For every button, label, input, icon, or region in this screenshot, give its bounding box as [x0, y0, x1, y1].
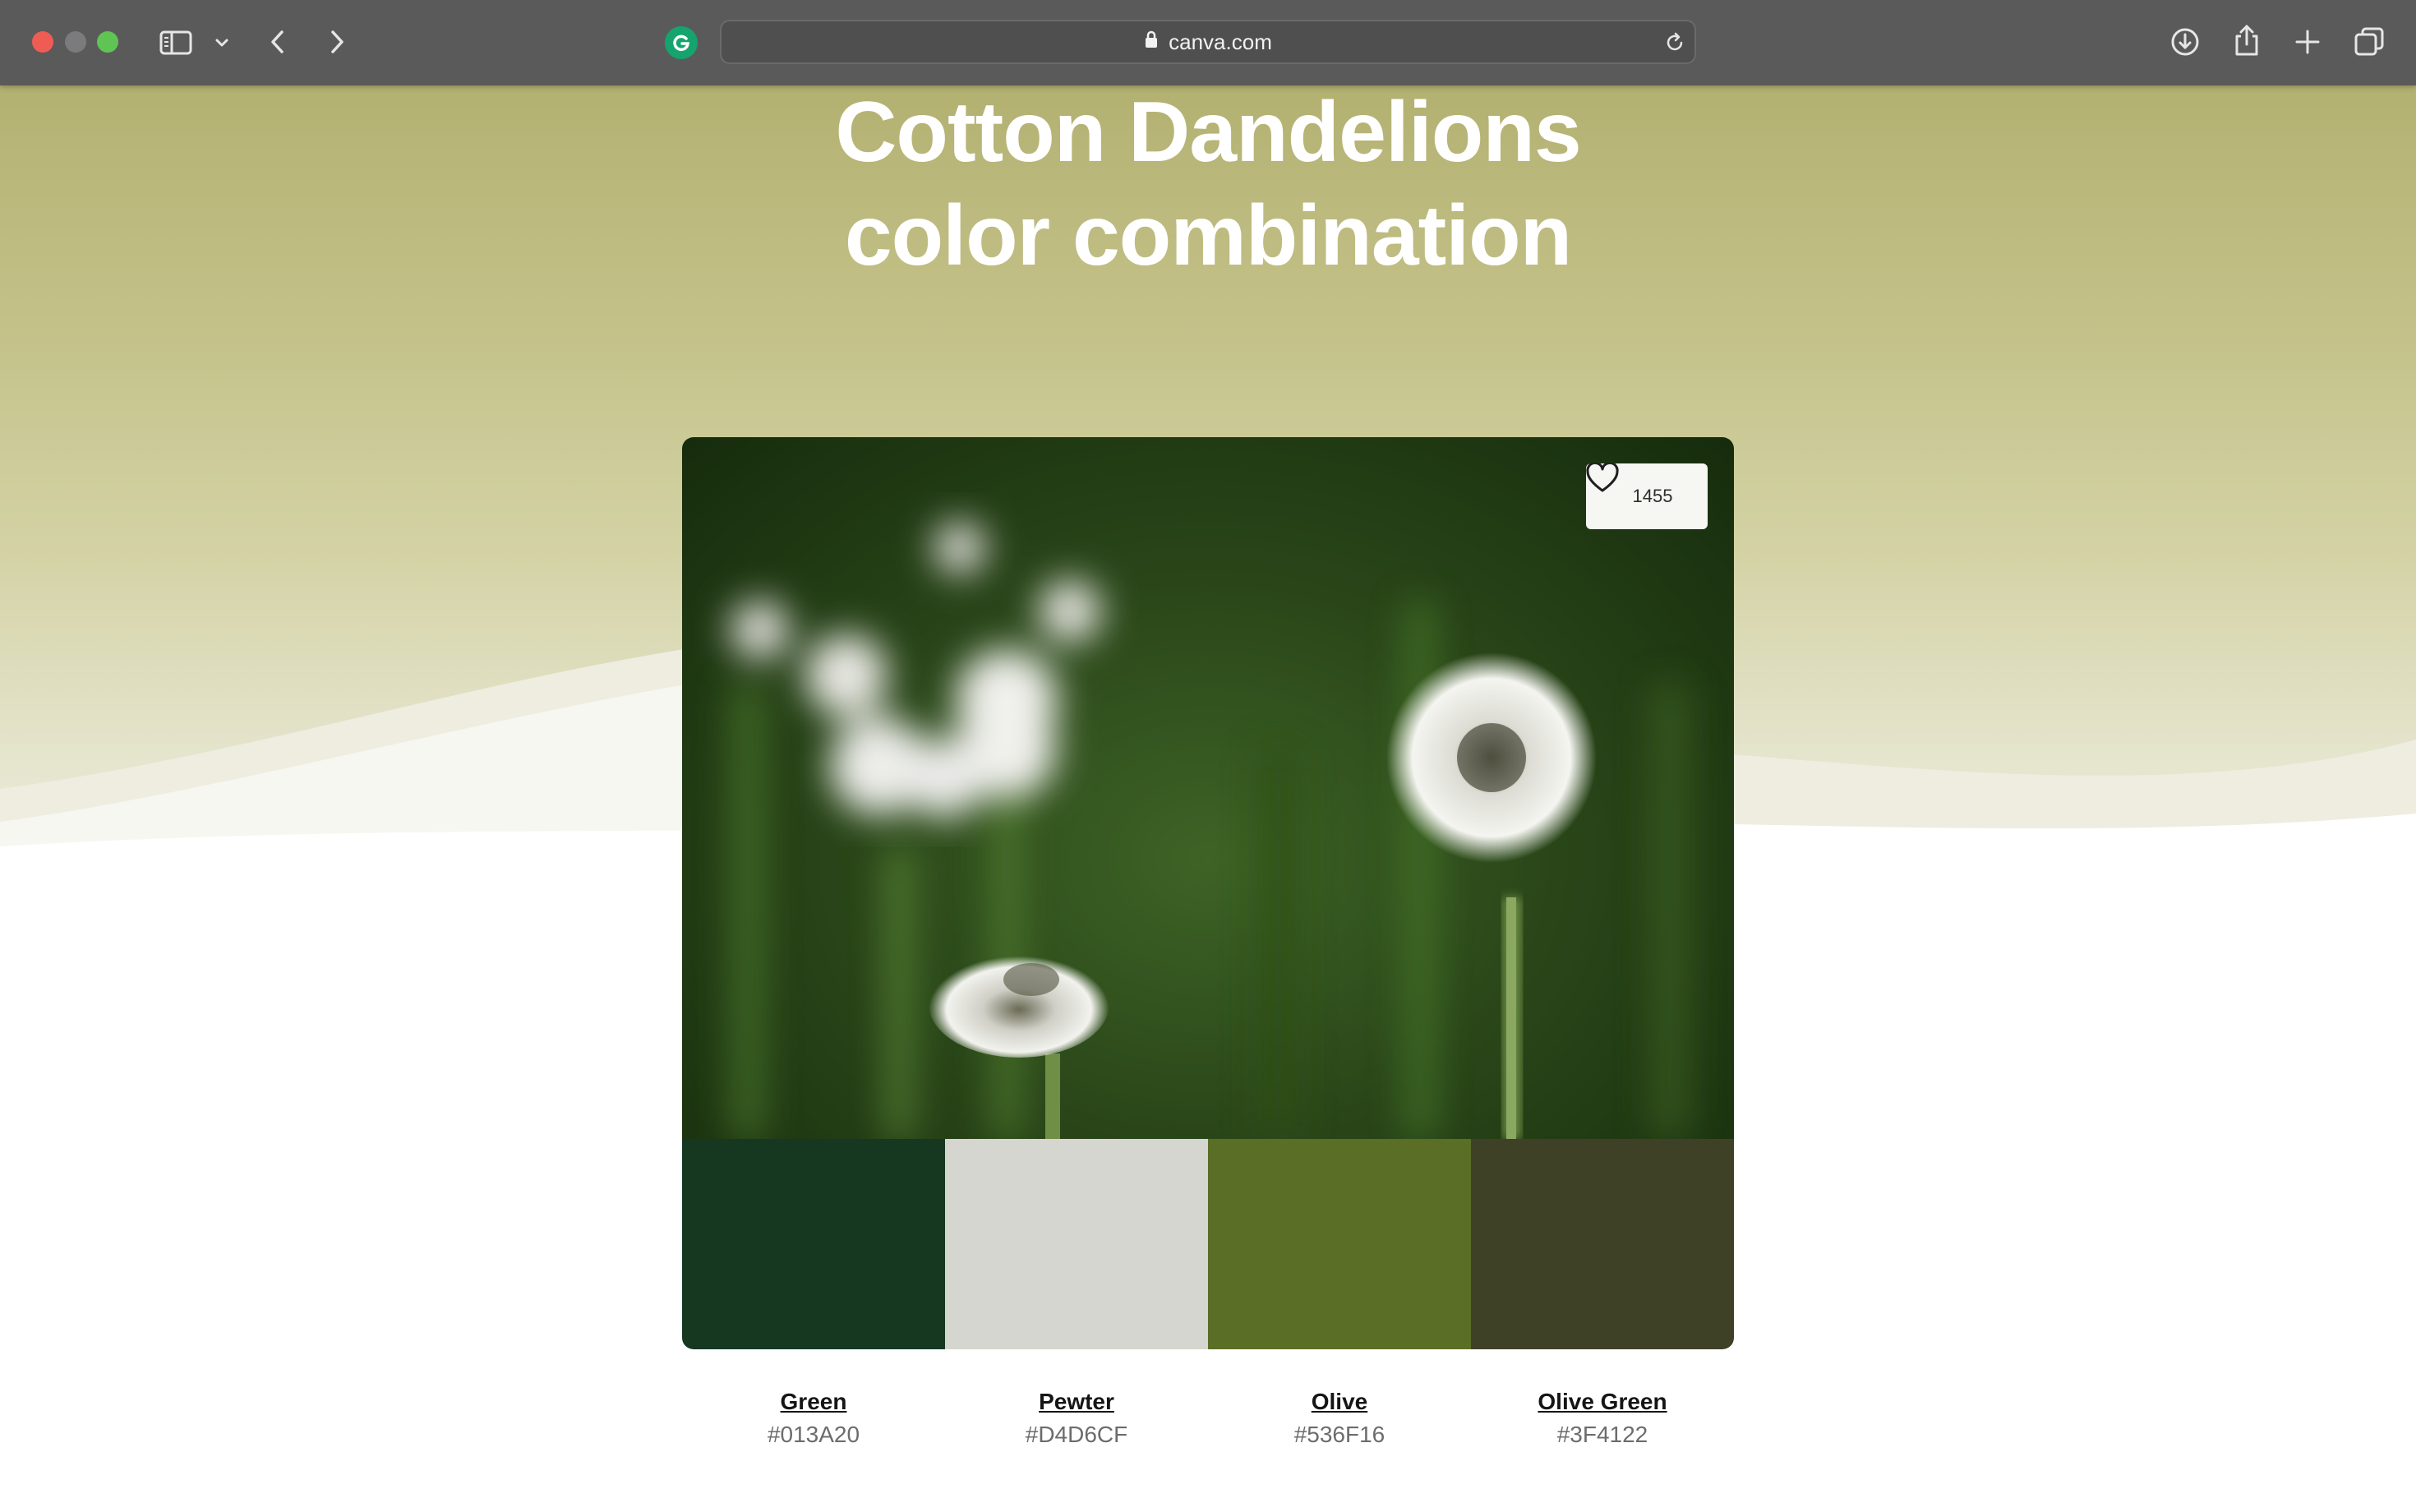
address-bar[interactable]: canva.com [720, 20, 1696, 64]
dandelion-photo: 1455 [682, 437, 1734, 1139]
color-hex: #3F4122 [1556, 1422, 1648, 1447]
color-name-link[interactable]: Olive [1208, 1387, 1471, 1417]
lock-icon [1144, 30, 1159, 55]
minimize-window-button[interactable] [65, 31, 86, 53]
grammarly-icon[interactable] [665, 26, 698, 59]
color-label-olive: Olive #536F16 [1208, 1387, 1471, 1453]
download-icon[interactable] [2168, 25, 2202, 59]
swatch-green[interactable] [682, 1139, 945, 1349]
back-icon[interactable] [263, 25, 293, 59]
swatch-olive[interactable] [1208, 1139, 1471, 1349]
color-label-pewter: Pewter #D4D6CF [945, 1387, 1208, 1453]
color-hex: #D4D6CF [1025, 1422, 1128, 1447]
browser-toolbar: canva.com [0, 0, 2416, 85]
color-name-link[interactable]: Pewter [945, 1387, 1208, 1417]
color-label-green: Green #013A20 [682, 1387, 945, 1453]
share-icon[interactable] [2230, 21, 2263, 59]
like-count: 1455 [1632, 486, 1673, 506]
color-name-link[interactable]: Olive Green [1471, 1387, 1734, 1417]
url-text: canva.com [1169, 29, 1272, 54]
tabs-overview-icon[interactable] [2352, 25, 2386, 59]
forward-icon[interactable] [322, 25, 352, 59]
sidebar-icon[interactable] [158, 26, 194, 59]
color-name-link[interactable]: Green [682, 1387, 945, 1417]
swatch-pewter[interactable] [945, 1139, 1208, 1349]
like-button[interactable]: 1455 [1586, 463, 1708, 529]
chevron-down-icon[interactable] [212, 31, 232, 54]
reload-icon[interactable] [1663, 31, 1686, 58]
page-title: Cotton Dandelions color combination [0, 81, 2416, 288]
swatch-olive-green[interactable] [1471, 1139, 1734, 1349]
palette-card[interactable]: 1455 [682, 437, 1734, 1349]
color-labels: Green #013A20 Pewter #D4D6CF Olive #536F… [682, 1387, 1734, 1453]
color-label-olive-green: Olive Green #3F4122 [1471, 1387, 1734, 1453]
color-hex: #536F16 [1293, 1422, 1386, 1447]
color-swatches [682, 1139, 1734, 1349]
title-line-2: color combination [844, 188, 1572, 284]
close-window-button[interactable] [32, 31, 53, 53]
zoom-window-button[interactable] [97, 31, 118, 53]
color-hex: #013A20 [767, 1422, 860, 1447]
title-line-1: Cotton Dandelions [835, 85, 1581, 180]
new-tab-icon[interactable] [2291, 25, 2324, 59]
